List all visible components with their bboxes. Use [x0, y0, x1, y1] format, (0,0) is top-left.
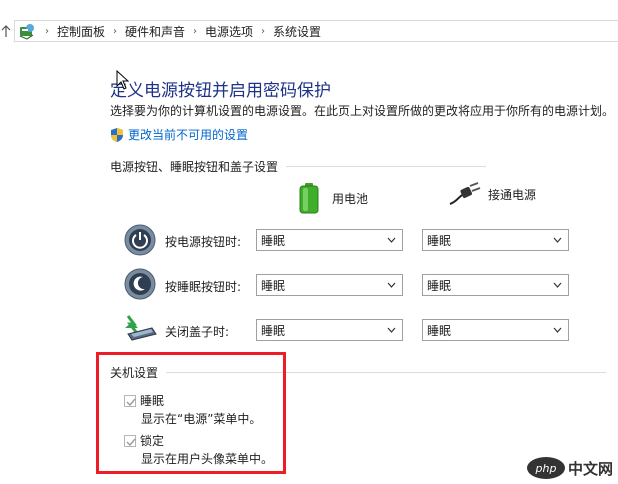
- chevron-down-icon: [387, 327, 396, 333]
- php-logo-icon: php: [527, 457, 565, 479]
- select-value: 睡眠: [427, 323, 452, 338]
- select-value: 睡眠: [427, 278, 452, 293]
- address-bar: › 控制面板 › 硬件和声音 › 电源选项 › 系统设置: [0, 20, 618, 42]
- chevron-down-icon: [553, 282, 562, 288]
- laptop-lid-icon: [125, 315, 157, 341]
- lid-close-battery-select[interactable]: 睡眠: [256, 319, 403, 341]
- chevron-down-icon: [553, 237, 562, 243]
- watermark-text: 中文网: [568, 459, 614, 478]
- breadcrumb-separator-icon: ›: [45, 25, 49, 37]
- page-title: 定义电源按钮并启用密码保护: [110, 81, 331, 101]
- power-button-label: 按电源按钮时:: [165, 235, 242, 249]
- lid-close-plugged-select[interactable]: 睡眠: [422, 319, 569, 341]
- highlight-box: [96, 352, 286, 474]
- breadcrumb-item-power-options[interactable]: 电源选项: [203, 23, 255, 40]
- breadcrumb[interactable]: › 控制面板 › 硬件和声音 › 电源选项 › 系统设置: [14, 20, 618, 42]
- uac-shield-icon: [111, 127, 123, 142]
- page-description: 选择要为你的计算机设置的电源设置。在此页上对设置所做的更改将应用于你所有的电源计…: [110, 104, 615, 118]
- plugged-column-label: 接通电源: [488, 187, 537, 202]
- mouse-cursor-icon: [116, 70, 130, 90]
- power-button-icon: [124, 224, 156, 256]
- sleep-button-icon: [124, 268, 156, 300]
- select-value: 睡眠: [261, 278, 286, 293]
- breadcrumb-item-control-panel[interactable]: 控制面板: [55, 23, 107, 40]
- select-value: 睡眠: [261, 323, 286, 338]
- breadcrumb-item-system-settings[interactable]: 系统设置: [271, 23, 323, 40]
- change-settings-link-text[interactable]: 更改当前不可用的设置: [128, 126, 248, 143]
- power-plug-icon: [449, 182, 481, 205]
- battery-column-header: 用电池: [296, 182, 368, 214]
- select-value: 睡眠: [261, 233, 286, 248]
- select-value: 睡眠: [427, 233, 452, 248]
- power-section-header: 电源按钮、睡眠按钮和盖子设置: [110, 158, 487, 175]
- breadcrumb-item-hardware-sound[interactable]: 硬件和声音: [123, 23, 187, 40]
- sleep-button-label: 按睡眠按钮时:: [165, 280, 242, 294]
- section-divider: [286, 166, 487, 167]
- battery-icon: [299, 183, 319, 214]
- chevron-down-icon: [387, 237, 396, 243]
- power-button-battery-select[interactable]: 睡眠: [256, 229, 403, 251]
- chevron-down-icon: [553, 327, 562, 333]
- breadcrumb-separator-icon: ›: [113, 25, 118, 37]
- power-section-title: 电源按钮、睡眠按钮和盖子设置: [110, 160, 279, 174]
- power-button-plugged-select[interactable]: 睡眠: [422, 229, 569, 251]
- sleep-button-plugged-select[interactable]: 睡眠: [422, 274, 569, 296]
- php-logo-text: php: [535, 462, 557, 475]
- control-panel-icon: [19, 24, 34, 40]
- sleep-button-battery-select[interactable]: 睡眠: [256, 274, 403, 296]
- up-arrow-icon[interactable]: [0, 23, 12, 39]
- battery-column-label: 用电池: [332, 191, 369, 206]
- change-settings-link[interactable]: 更改当前不可用的设置: [110, 126, 248, 143]
- breadcrumb-separator-icon: ›: [193, 25, 198, 37]
- watermark: php 中文网: [526, 456, 614, 480]
- breadcrumb-separator-icon: ›: [261, 25, 266, 37]
- chevron-down-icon: [387, 282, 396, 288]
- lid-close-label: 关闭盖子时:: [165, 325, 230, 339]
- plugged-column-header: 接通电源: [448, 182, 536, 206]
